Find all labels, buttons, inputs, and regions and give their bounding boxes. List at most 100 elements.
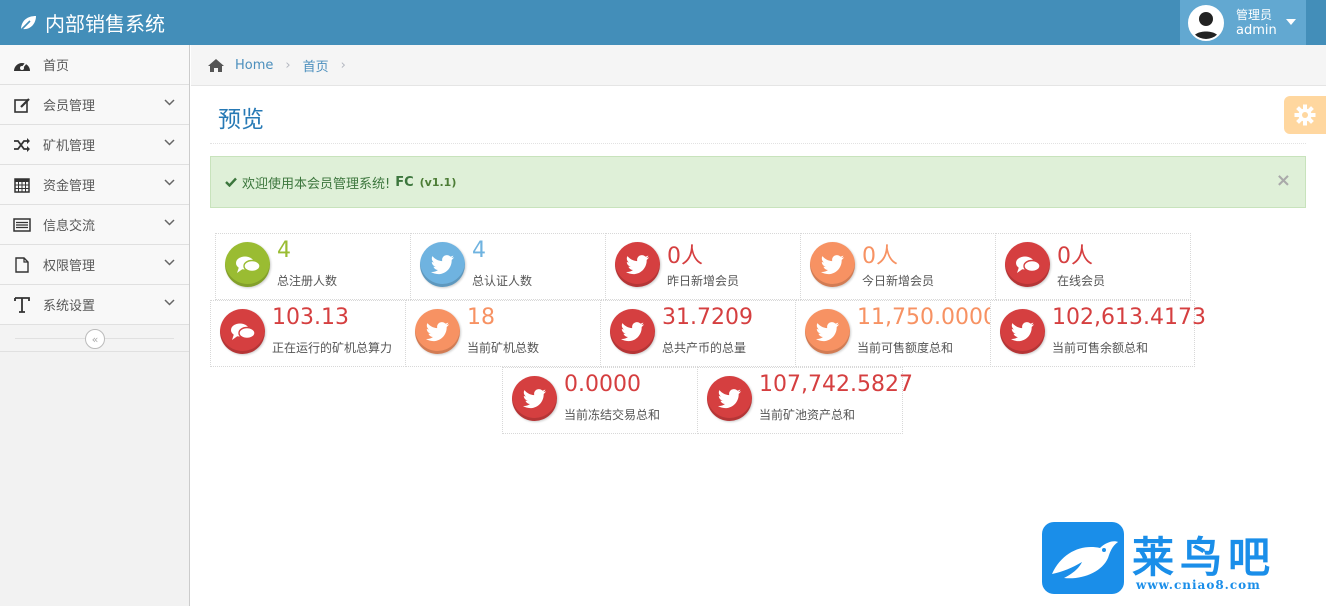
sidebar-item-label: 首页 bbox=[43, 59, 70, 74]
stat-label: 当前矿机总数 bbox=[467, 341, 540, 355]
stat-pool-assets: 107,742.5827 当前矿池资产总和 bbox=[697, 367, 913, 434]
stat-value: 107,742.5827 bbox=[759, 372, 913, 397]
stat-value: 4 bbox=[277, 238, 291, 263]
chevron-down-icon bbox=[164, 299, 175, 306]
calendar-icon bbox=[12, 176, 32, 194]
file-icon bbox=[12, 256, 32, 274]
sidebar-collapse-button[interactable]: « bbox=[85, 329, 105, 349]
stat-value: 0人 bbox=[667, 244, 703, 269]
stat-label: 总注册人数 bbox=[277, 274, 338, 288]
sidebar-item-miners[interactable]: 矿机管理 bbox=[0, 125, 189, 165]
twitter-icon bbox=[415, 309, 460, 354]
twitter-icon bbox=[610, 309, 655, 354]
stat-value: 0人 bbox=[862, 244, 898, 269]
sidebar-item-home[interactable]: 首页 bbox=[0, 45, 189, 85]
chevron-down-icon bbox=[164, 219, 175, 226]
bird-icon bbox=[1052, 541, 1118, 579]
settings-toggle-button[interactable] bbox=[1284, 96, 1326, 134]
comments-icon bbox=[1005, 242, 1050, 287]
user-name: admin bbox=[1236, 22, 1277, 38]
stat-value: 0人 bbox=[1057, 244, 1093, 269]
sidebar-item-label: 信息交流 bbox=[43, 219, 96, 234]
chevron-down-icon bbox=[164, 99, 175, 106]
sidebar-item-label: 矿机管理 bbox=[43, 139, 96, 154]
comments-icon bbox=[220, 309, 265, 354]
stat-label: 总认证人数 bbox=[472, 274, 533, 288]
list-alt-icon bbox=[12, 216, 32, 234]
twitter-icon bbox=[615, 242, 660, 287]
breadcrumb-separator: › bbox=[285, 57, 291, 73]
stat-value: 4 bbox=[472, 238, 486, 263]
user-menu-button[interactable]: 管理员 admin bbox=[1180, 0, 1306, 45]
stat-value: 11,750.0000 bbox=[857, 305, 997, 330]
random-icon bbox=[12, 136, 32, 154]
page-header: 预览 bbox=[210, 86, 1306, 144]
sidebar-item-label: 权限管理 bbox=[43, 259, 96, 274]
stat-frozen-trades: 0.0000 当前冻结交易总和 bbox=[502, 367, 698, 434]
stat-value: 31.7209 bbox=[662, 305, 753, 330]
stat-value: 102,613.4173 bbox=[1052, 305, 1206, 330]
sidebar-collapse-row: « bbox=[0, 325, 189, 352]
twitter-icon bbox=[810, 242, 855, 287]
check-icon bbox=[225, 177, 237, 187]
stat-new-today: 0人 今日新增会员 bbox=[800, 233, 996, 300]
stat-label: 当前冻结交易总和 bbox=[564, 408, 661, 422]
sidebar-item-label: 系统设置 bbox=[43, 299, 96, 314]
stat-label: 正在运行的矿机总算力 bbox=[272, 341, 393, 355]
alert-text: 欢迎使用本会员管理系统! bbox=[242, 176, 391, 192]
stat-label: 当前矿池资产总和 bbox=[759, 408, 856, 422]
double-angle-left-icon: « bbox=[91, 332, 99, 346]
edit-icon bbox=[12, 96, 32, 114]
leaf-icon bbox=[19, 15, 36, 32]
watermark-url: www.cniao8.com bbox=[1136, 578, 1261, 592]
sidebar-item-label: 会员管理 bbox=[43, 99, 96, 114]
caret-down-icon bbox=[1286, 19, 1296, 25]
alert-brand: FC bbox=[395, 174, 414, 190]
chevron-down-icon bbox=[164, 139, 175, 146]
watermark-text: 莱鸟吧 bbox=[1132, 533, 1277, 582]
app-title: 内部销售系统 bbox=[45, 12, 165, 36]
stat-label: 当前可售余额总和 bbox=[1052, 341, 1149, 355]
watermark: 莱鸟吧 www.cniao8.com bbox=[1042, 522, 1318, 598]
breadcrumb-home-link[interactable]: Home bbox=[235, 58, 273, 73]
alert-close-button[interactable]: × bbox=[1276, 170, 1291, 191]
brand[interactable]: 内部销售系统 bbox=[18, 0, 165, 45]
stat-label: 今日新增会员 bbox=[862, 274, 935, 288]
stat-running-hashrate: 103.13 正在运行的矿机总算力 bbox=[210, 300, 406, 367]
sidebar-item-members[interactable]: 会员管理 bbox=[0, 85, 189, 125]
stat-label: 当前可售额度总和 bbox=[857, 341, 954, 355]
watermark-logo bbox=[1042, 522, 1124, 594]
welcome-alert: 欢迎使用本会员管理系统! FC (v1.1) × bbox=[210, 156, 1306, 208]
sidebar-item-permissions[interactable]: 权限管理 bbox=[0, 245, 189, 285]
comments-icon bbox=[225, 242, 270, 287]
user-silhouette-icon bbox=[1193, 11, 1219, 39]
dashboard-icon bbox=[12, 56, 32, 74]
stat-total-verified: 4 总认证人数 bbox=[410, 233, 606, 300]
stat-sellable-quota: 11,750.0000 当前可售额度总和 bbox=[795, 300, 997, 367]
stat-online-members: 0人 在线会员 bbox=[995, 233, 1191, 300]
breadcrumb-current-link[interactable]: 首页 bbox=[303, 56, 329, 75]
sidebar-item-messages[interactable]: 信息交流 bbox=[0, 205, 189, 245]
twitter-icon bbox=[1000, 309, 1045, 354]
text-icon bbox=[12, 296, 32, 314]
stat-label: 总共产币的总量 bbox=[662, 341, 747, 355]
sidebar-item-label: 资金管理 bbox=[43, 179, 96, 194]
chevron-down-icon bbox=[164, 259, 175, 266]
user-role: 管理员 bbox=[1236, 7, 1273, 22]
home-icon bbox=[208, 58, 224, 72]
twitter-icon bbox=[512, 376, 557, 421]
breadcrumb-separator: › bbox=[340, 57, 346, 73]
twitter-icon bbox=[805, 309, 850, 354]
stat-label: 昨日新增会员 bbox=[667, 274, 740, 288]
stat-new-yesterday: 0人 昨日新增会员 bbox=[605, 233, 801, 300]
sidebar-item-funds[interactable]: 资金管理 bbox=[0, 165, 189, 205]
stat-value: 18 bbox=[467, 305, 495, 330]
top-navbar: 内部销售系统 管理员 admin bbox=[0, 0, 1326, 45]
gear-icon bbox=[1294, 104, 1316, 126]
stat-value: 0.0000 bbox=[564, 372, 641, 397]
avatar bbox=[1188, 4, 1224, 41]
stat-total-registered: 4 总注册人数 bbox=[215, 233, 411, 300]
breadcrumb: Home › 首页 › bbox=[191, 45, 1326, 86]
alert-version: (v1.1) bbox=[419, 175, 457, 189]
sidebar-item-settings[interactable]: 系统设置 bbox=[0, 285, 189, 325]
